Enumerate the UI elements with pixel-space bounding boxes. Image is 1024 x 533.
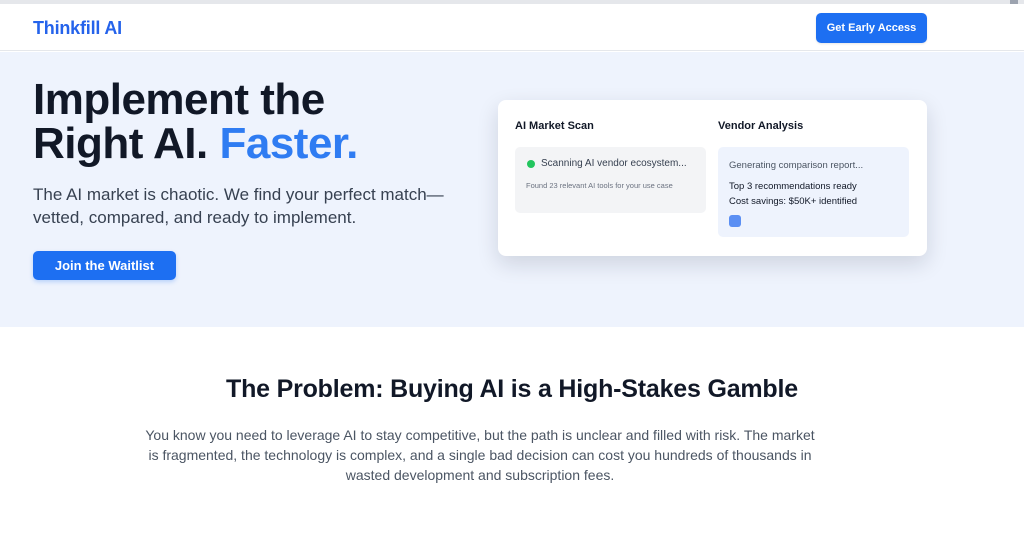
scan-status-text: Scanning AI vendor ecosystem...: [541, 158, 687, 169]
analysis-status-text: Generating comparison report...: [729, 160, 864, 171]
vendor-analysis-title: Vendor Analysis: [718, 120, 804, 132]
hero-title-line2: Right AI.: [33, 119, 208, 168]
problem-title: The Problem: Buying AI is a High-Stakes …: [226, 375, 798, 403]
top-navigation: Thinkfill AI Get Early Access: [0, 4, 1024, 51]
progress-square-icon: [729, 215, 741, 227]
vendor-analysis-panel: Generating comparison report... Top 3 re…: [718, 147, 909, 237]
problem-body: You know you need to leverage AI to stay…: [145, 427, 815, 483]
recommendations-text: Top 3 recommendations ready: [729, 181, 857, 192]
brand-logo[interactable]: Thinkfill AI: [33, 18, 122, 39]
join-waitlist-button[interactable]: Join the Waitlist: [33, 251, 176, 280]
scan-detail-text: Found 23 relevant AI tools for your use …: [526, 181, 673, 190]
cost-savings-text: Cost savings: $50K+ identified: [729, 196, 858, 207]
hero-title-line1: Implement the: [33, 75, 325, 124]
hero-section: Implement the Right AI. Faster. The AI m…: [0, 52, 1024, 327]
ai-market-scan-title: AI Market Scan: [515, 120, 594, 132]
hero-title-accent: Faster.: [219, 119, 358, 168]
problem-section: The Problem: Buying AI is a High-Stakes …: [0, 327, 1024, 533]
get-early-access-button[interactable]: Get Early Access: [816, 13, 927, 43]
hero-title: Implement the Right AI. Faster.: [33, 78, 358, 166]
market-scan-panel: Scanning AI vendor ecosystem... Found 23…: [515, 147, 706, 213]
status-dot-icon: [527, 160, 535, 168]
demo-card: AI Market Scan Vendor Analysis Scanning …: [498, 100, 927, 256]
hero-subtitle: The AI market is chaotic. We find your p…: [33, 185, 444, 227]
